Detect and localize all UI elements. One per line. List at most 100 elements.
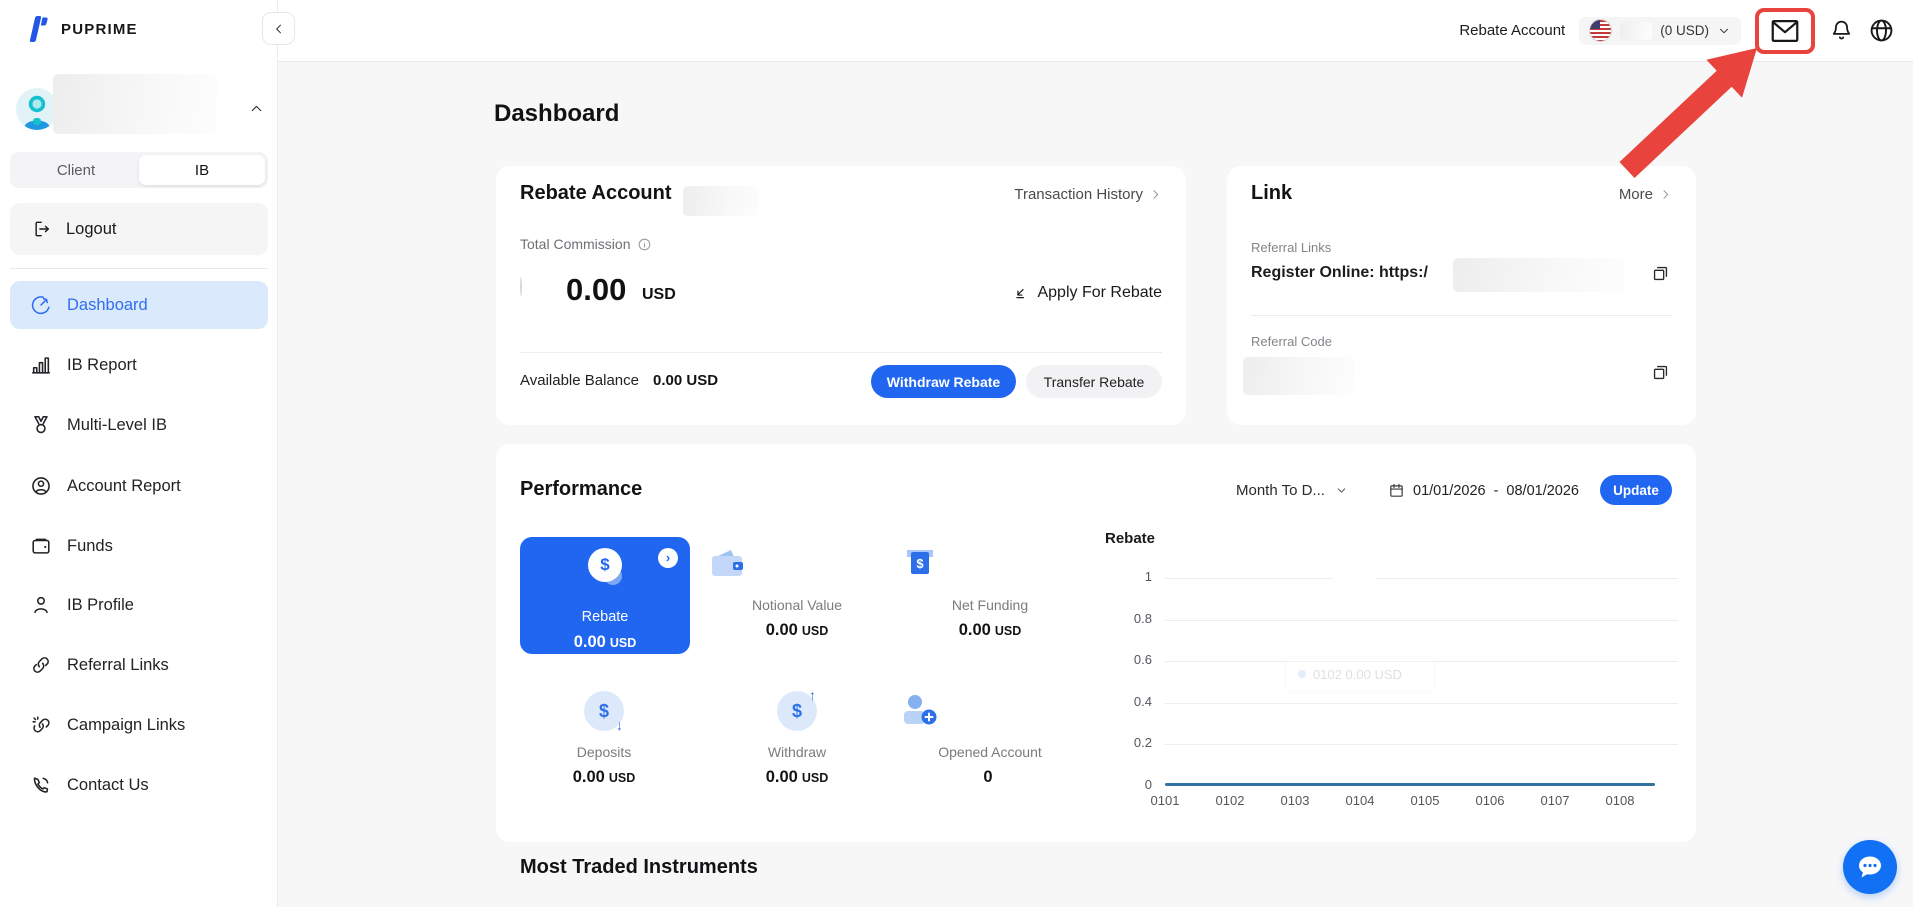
- sidebar-item-dashboard[interactable]: Dashboard: [10, 281, 268, 329]
- tile-chevron-right-icon[interactable]: ›: [658, 548, 678, 568]
- mail-button[interactable]: [1771, 19, 1799, 43]
- net-funding-icon: $: [907, 550, 933, 574]
- performance-title: Performance: [520, 478, 643, 500]
- sidebar-item-label: Dashboard: [67, 295, 148, 314]
- tile-deposits[interactable]: $ ↓ Deposits 0.00 USD: [514, 691, 694, 787]
- withdraw-rebate-button[interactable]: Withdraw Rebate: [871, 365, 1016, 398]
- account-number-redacted: [1620, 21, 1653, 40]
- tile-label: Deposits: [576, 744, 632, 760]
- chart-tooltip-ghost: 0102 0.00 USD: [1285, 656, 1435, 692]
- sidebar-item-ib-report[interactable]: IB Report: [10, 341, 268, 389]
- tile-label: Rebate: [581, 609, 629, 625]
- avatar[interactable]: [16, 88, 58, 130]
- withdraw-icon: $ ↑: [777, 688, 817, 731]
- tile-label: Opened Account: [938, 744, 1042, 760]
- tile-unit: USD: [994, 624, 1022, 638]
- commission-currency: USD: [642, 286, 676, 303]
- x-axis-tick: 0107: [1540, 793, 1570, 808]
- transfer-rebate-button[interactable]: Transfer Rebate: [1026, 365, 1162, 398]
- tile-value: 0: [983, 768, 993, 786]
- wallet-icon: [32, 538, 50, 554]
- sidebar-item-campaign-links[interactable]: Campaign Links: [10, 701, 268, 749]
- update-button[interactable]: Update: [1600, 475, 1672, 505]
- globe-icon: [1870, 19, 1893, 42]
- toggle-ib[interactable]: IB: [139, 155, 265, 185]
- link-icon: [33, 657, 49, 673]
- date-range-picker[interactable]: 01/01/2026 - 08/01/2026: [1388, 482, 1579, 499]
- tile-value: 0.00: [573, 633, 606, 651]
- most-traded-title: Most Traded Instruments: [520, 856, 758, 878]
- copy-referral-link-button[interactable]: [1651, 264, 1670, 283]
- mail-annotation-box: [1755, 7, 1815, 54]
- x-axis-tick: 0106: [1475, 793, 1505, 808]
- sidebar-item-label: Account Report: [67, 476, 181, 495]
- chart-data-line: [1165, 783, 1655, 786]
- tile-unit: USD: [608, 771, 636, 785]
- tile-unit: USD: [801, 771, 829, 785]
- rebate-account-label: Rebate Account: [1459, 22, 1566, 39]
- date-range-value: Month To D...: [1236, 482, 1325, 499]
- sidebar-item-funds[interactable]: Funds: [10, 522, 268, 570]
- account-id-redacted: [683, 186, 759, 216]
- y-axis-tick: 0.2: [1133, 735, 1152, 750]
- toggle-client[interactable]: Client: [13, 155, 139, 185]
- tile-value: 0.00: [572, 768, 605, 786]
- tile-value: 0.00: [765, 621, 798, 639]
- sidebar-item-label: Contact Us: [67, 775, 149, 794]
- register-online-link: Register Online: https:/: [1251, 264, 1428, 281]
- apply-for-rebate-link[interactable]: Apply For Rebate: [1011, 284, 1162, 302]
- sidebar-item-contact-us[interactable]: Contact Us: [10, 761, 268, 809]
- account-balance: (0 USD): [1660, 23, 1709, 38]
- tile-net-funding[interactable]: $ Net Funding 0.00 USD: [900, 544, 1080, 640]
- top-header: Rebate Account (0 USD): [278, 0, 1913, 62]
- copy-icon: [1653, 365, 1668, 380]
- sidebar-item-ib-profile[interactable]: IB Profile: [10, 581, 268, 629]
- tile-unit: USD: [801, 624, 829, 638]
- more-link[interactable]: More: [1619, 186, 1672, 203]
- transaction-history-label: Transaction History: [1014, 186, 1143, 203]
- chart-gridline: [1165, 703, 1678, 704]
- page-title: Dashboard: [494, 100, 620, 127]
- sidebar-item-account-report[interactable]: Account Report: [10, 462, 268, 510]
- info-icon[interactable]: [637, 237, 652, 252]
- card-divider: [520, 352, 1162, 353]
- logout-icon: [35, 221, 49, 237]
- more-label: More: [1618, 186, 1653, 203]
- copy-referral-code-button[interactable]: [1651, 363, 1670, 382]
- profile-collapse-toggle[interactable]: [248, 100, 265, 117]
- copy-icon: [1653, 266, 1668, 281]
- tile-rebate[interactable]: $ › Rebate 0.00 USD: [520, 537, 690, 654]
- chevron-right-icon: [1663, 190, 1669, 199]
- client-ib-toggle: Client IB: [10, 152, 268, 188]
- sidebar-item-label: IB Profile: [67, 595, 134, 614]
- x-axis-tick: 0104: [1345, 793, 1375, 808]
- dollar-coin-icon: $: [588, 548, 622, 582]
- us-flag-icon: [1589, 19, 1613, 42]
- referral-links-label: Referral Links: [1251, 240, 1332, 255]
- logout-button[interactable]: Logout: [10, 203, 268, 255]
- date-range-dropdown[interactable]: Month To D...: [1236, 482, 1348, 499]
- notifications-button[interactable]: [1829, 18, 1854, 43]
- sidebar-item-referral-links[interactable]: Referral Links: [10, 641, 268, 689]
- x-axis-tick: 0102: [1215, 793, 1245, 808]
- tile-withdraw[interactable]: $ ↑ Withdraw 0.00 USD: [707, 688, 887, 787]
- chevron-up-icon: [251, 105, 262, 112]
- link-card: Link More Referral Links Register Online…: [1227, 166, 1696, 425]
- account-selector[interactable]: (0 USD): [1579, 16, 1741, 45]
- person-icon: [34, 596, 48, 614]
- tile-opened-account[interactable]: Opened Account 0: [900, 691, 1080, 787]
- chevron-left-icon: [275, 24, 281, 33]
- username-redacted: [53, 74, 217, 134]
- live-chat-button[interactable]: [1843, 840, 1897, 894]
- language-button[interactable]: [1868, 17, 1895, 44]
- sidebar-collapse-button[interactable]: [262, 12, 295, 45]
- tile-notional-value[interactable]: Notional Value 0.00 USD: [707, 544, 887, 640]
- chevron-down-icon: [1337, 488, 1346, 493]
- calendar-icon: [1390, 483, 1403, 497]
- total-commission-row: Total Commission: [520, 236, 652, 252]
- apply-rebate-icon: [1016, 288, 1025, 298]
- date-separator: -: [1493, 482, 1499, 499]
- sidebar-item-multi-level-ib[interactable]: Multi-Level IB: [10, 401, 268, 449]
- transaction-history-link[interactable]: Transaction History: [1014, 186, 1162, 203]
- deposits-icon: $ ↓: [584, 691, 624, 732]
